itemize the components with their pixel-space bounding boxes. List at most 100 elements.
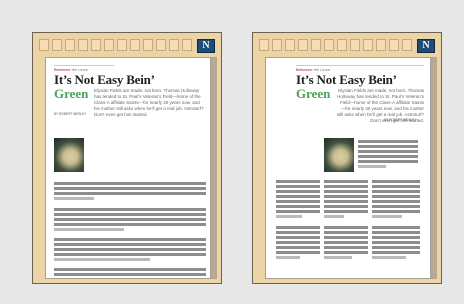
text-line xyxy=(372,185,420,188)
text-line xyxy=(276,256,300,259)
text-line xyxy=(358,155,418,158)
text-line xyxy=(276,180,320,183)
text-line xyxy=(324,215,344,218)
layout-preview-left[interactable]: N Between the Lines It’s Not Easy Bein’ … xyxy=(32,32,222,284)
text-line xyxy=(324,200,368,203)
n-logo-icon: N xyxy=(417,39,435,53)
section-rule xyxy=(54,65,114,66)
text-line xyxy=(324,246,368,249)
text-line xyxy=(54,213,206,216)
text-line xyxy=(324,236,368,239)
text-line xyxy=(54,268,206,271)
text-line xyxy=(276,226,320,229)
tab-marker xyxy=(156,39,166,51)
text-line xyxy=(54,253,206,256)
page-shadow xyxy=(211,57,217,279)
text-line xyxy=(54,208,206,211)
tab-marker xyxy=(182,39,192,51)
text-line xyxy=(276,251,320,254)
text-line xyxy=(372,226,420,229)
text-line xyxy=(358,150,418,153)
tab-marker xyxy=(52,39,62,51)
tab-marker xyxy=(337,39,347,51)
text-line xyxy=(372,180,420,183)
page-left: Between the Lines It’s Not Easy Bein’ Gr… xyxy=(45,57,211,279)
text-line xyxy=(324,185,368,188)
text-line xyxy=(54,258,150,261)
text-line xyxy=(276,210,320,213)
tab-marker xyxy=(130,39,140,51)
text-line xyxy=(372,246,420,249)
text-line xyxy=(324,226,368,229)
text-line xyxy=(324,205,368,208)
tab-marker xyxy=(285,39,295,51)
text-line xyxy=(324,241,368,244)
text-line xyxy=(324,195,368,198)
dek: Elysian Fields are made, not born. Thoma… xyxy=(94,88,204,117)
text-line xyxy=(276,246,320,249)
text-line xyxy=(276,215,302,218)
text-line xyxy=(276,195,320,198)
text-line xyxy=(54,218,206,221)
text-line xyxy=(276,185,320,188)
text-line xyxy=(324,180,368,183)
n-logo-icon: N xyxy=(197,39,215,53)
text-line xyxy=(54,243,206,246)
text-line xyxy=(372,205,420,208)
photo xyxy=(324,138,354,172)
text-line xyxy=(276,231,320,234)
text-line xyxy=(54,228,124,231)
tab-marker xyxy=(259,39,269,51)
headline-green: Green xyxy=(296,86,331,101)
text-line xyxy=(276,190,320,193)
tab-marker xyxy=(39,39,49,51)
text-line xyxy=(358,160,418,163)
tab-marker xyxy=(169,39,179,51)
text-line xyxy=(54,273,206,276)
byline: BY ROBERT WESLEY xyxy=(384,118,417,122)
tab-marker xyxy=(389,39,399,51)
text-line xyxy=(54,248,206,251)
tab-marker xyxy=(78,39,88,51)
tab-marker xyxy=(272,39,282,51)
tab-marker xyxy=(363,39,373,51)
text-line xyxy=(54,223,206,226)
text-line xyxy=(372,231,420,234)
headline-green: Green xyxy=(54,86,89,101)
text-line xyxy=(372,236,420,239)
photo xyxy=(54,138,84,172)
text-line xyxy=(54,182,206,185)
section-rule xyxy=(296,65,424,66)
text-line xyxy=(324,231,368,234)
text-line xyxy=(358,165,386,168)
text-line xyxy=(324,256,352,259)
text-line xyxy=(358,145,418,148)
text-line xyxy=(324,190,368,193)
text-line xyxy=(372,195,420,198)
tab-marker xyxy=(143,39,153,51)
text-line xyxy=(324,210,368,213)
text-line xyxy=(372,215,402,218)
text-line xyxy=(276,205,320,208)
text-line xyxy=(54,197,94,200)
text-line xyxy=(372,210,420,213)
text-line xyxy=(372,200,420,203)
tab-marker xyxy=(117,39,127,51)
text-line xyxy=(372,190,420,193)
text-line xyxy=(276,200,320,203)
tab-marker xyxy=(298,39,308,51)
page-right: Between the Lines It’s Not Easy Bein’ Gr… xyxy=(265,57,431,279)
tab-marker xyxy=(311,39,321,51)
tab-marker xyxy=(376,39,386,51)
tab-marker xyxy=(65,39,75,51)
page-shadow xyxy=(431,57,437,279)
byline: BY ROBERT WESLEY xyxy=(54,112,87,116)
tab-marker xyxy=(402,39,412,51)
layout-preview-right[interactable]: N Between the Lines It’s Not Easy Bein’ … xyxy=(252,32,442,284)
text-line xyxy=(276,241,320,244)
text-line xyxy=(54,192,206,195)
tab-strip: N xyxy=(39,39,217,53)
tab-marker xyxy=(91,39,101,51)
text-line xyxy=(372,241,420,244)
tab-strip: N xyxy=(259,39,437,53)
